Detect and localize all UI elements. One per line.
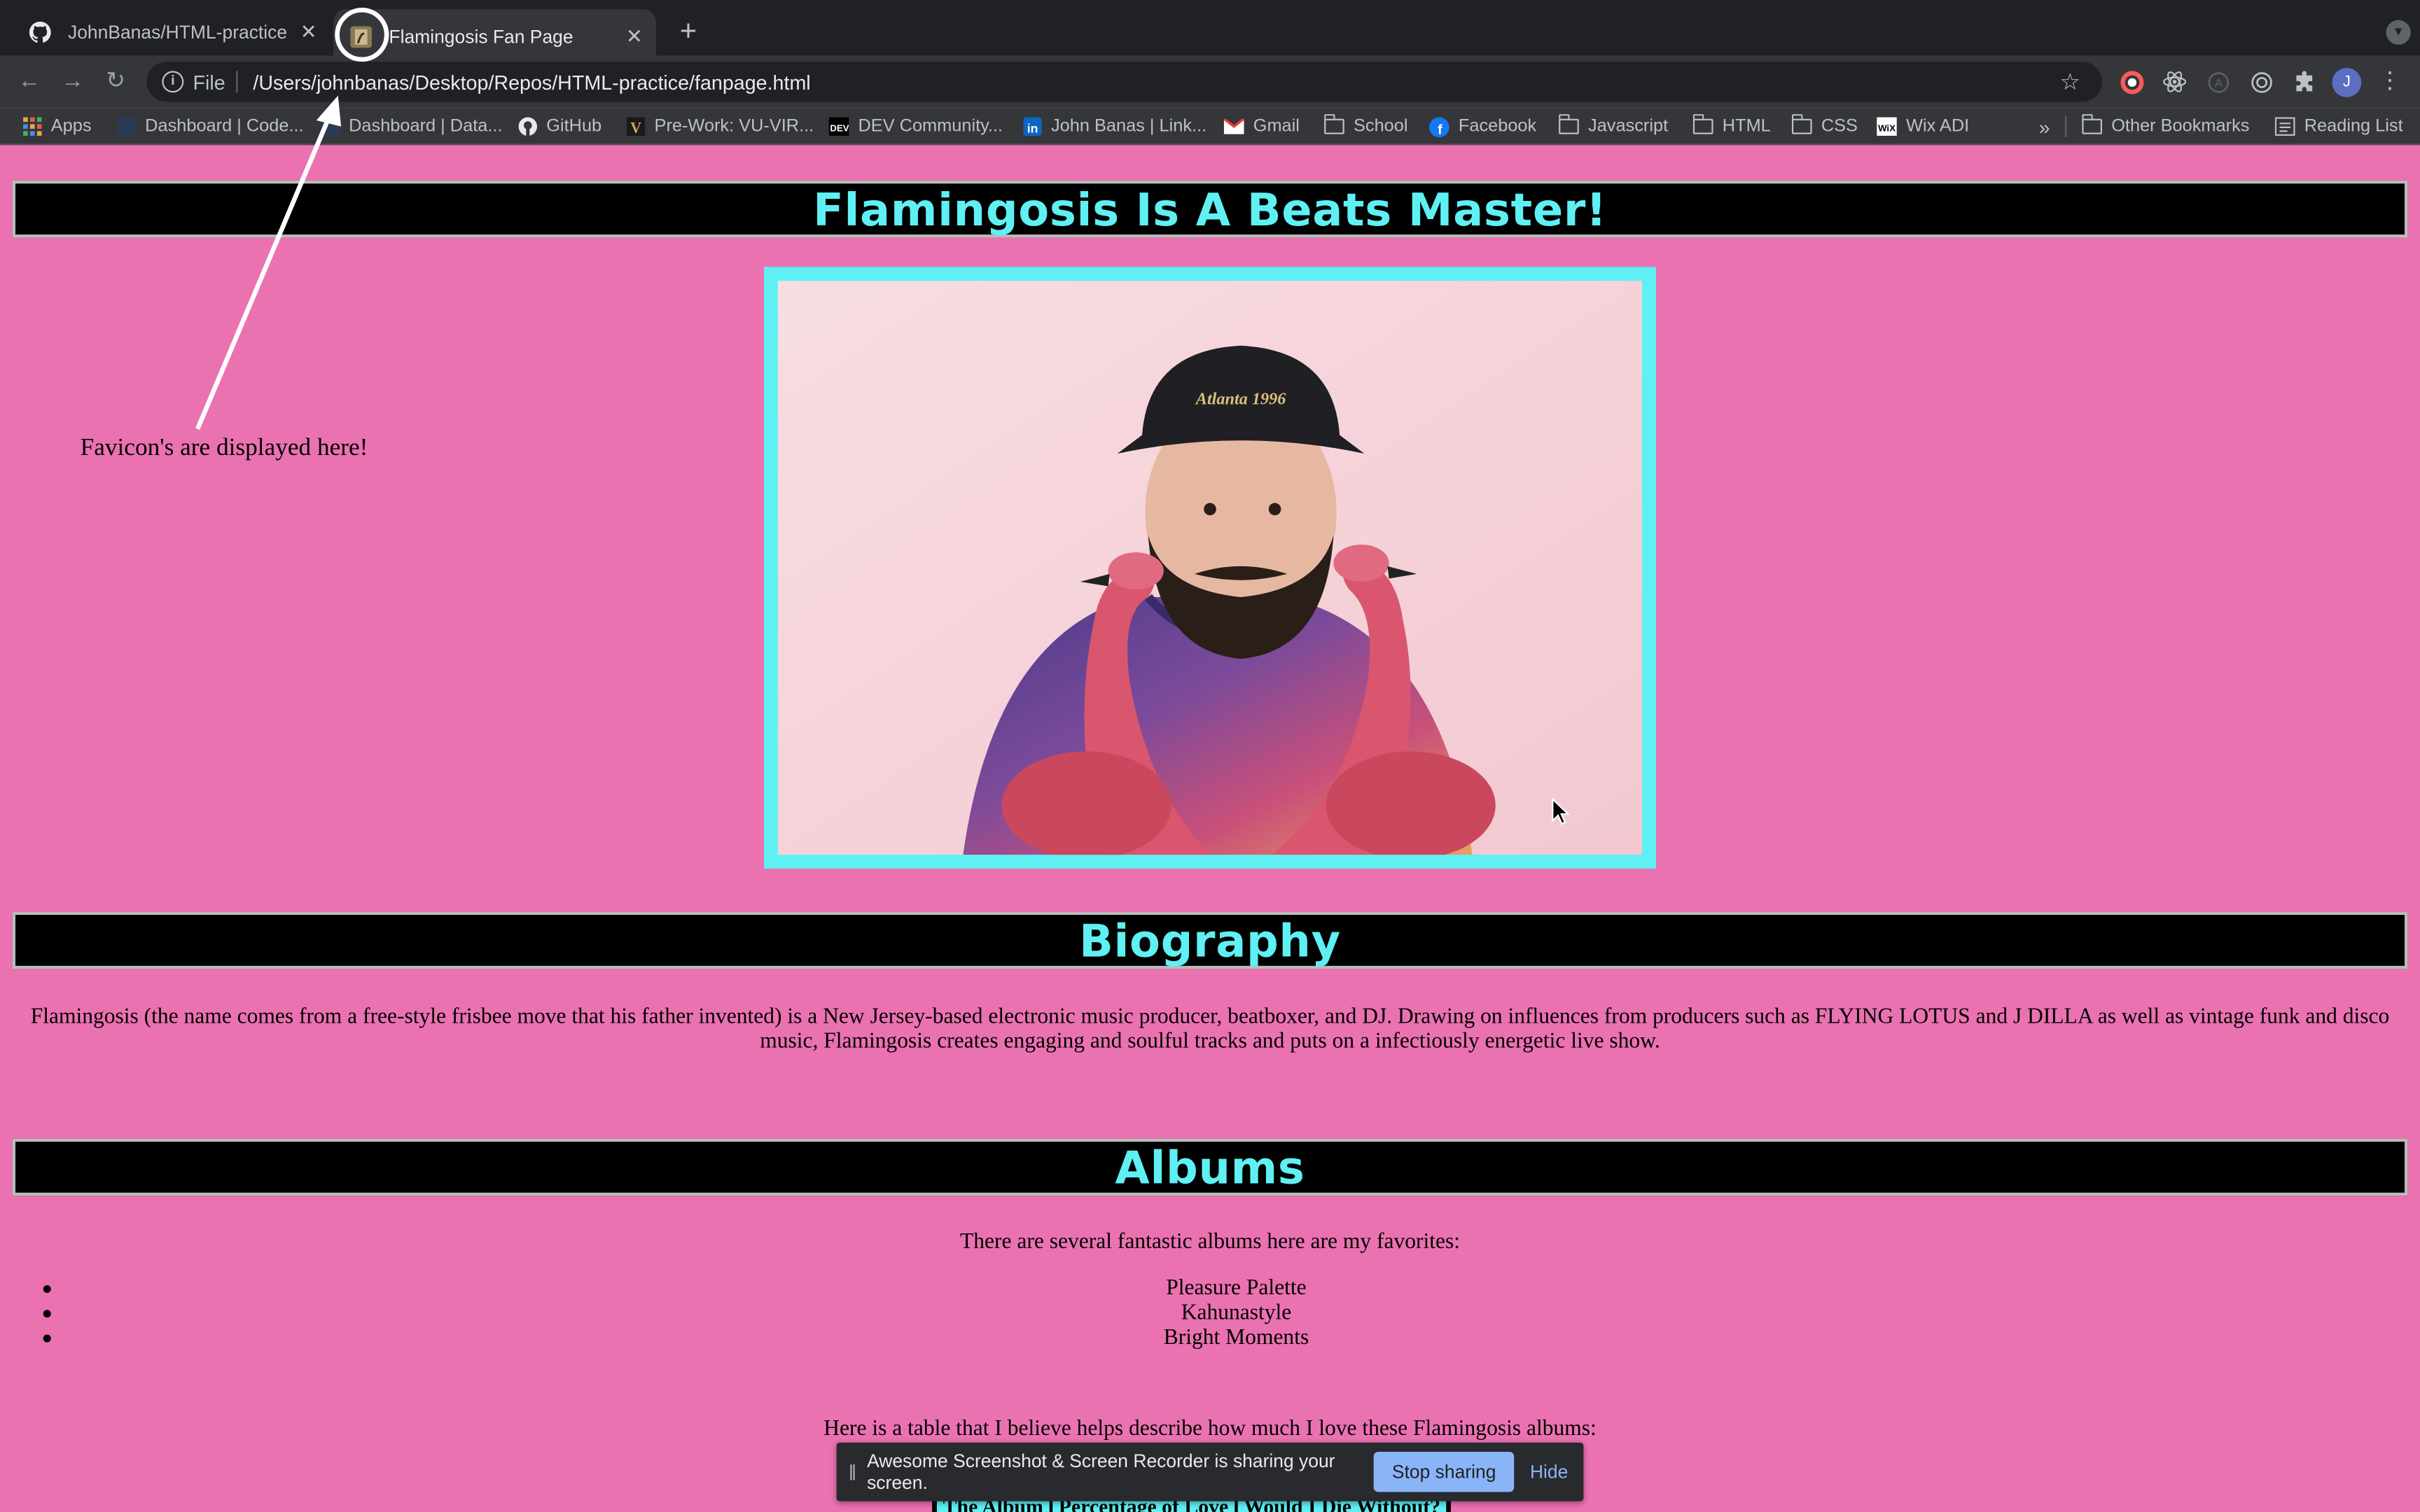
facebook-icon: f bbox=[1428, 116, 1449, 137]
gmail-icon bbox=[1223, 116, 1244, 136]
bookmark-label: John Banas | Link... bbox=[1050, 117, 1207, 136]
screen-sharing-bar: || Awesome Screenshot & Screen Recorder … bbox=[836, 1442, 1584, 1502]
bookmark-label: School bbox=[1353, 117, 1408, 136]
annotation-label: Favicon's are displayed here! bbox=[80, 435, 368, 462]
folder-icon bbox=[1692, 114, 1713, 136]
bookmark-label: DEV Community... bbox=[858, 117, 1003, 136]
svg-text:Atlanta 1996: Atlanta 1996 bbox=[1195, 389, 1286, 408]
tab-search-icon[interactable]: ▼ bbox=[2386, 20, 2411, 45]
list-item: Kahunastyle bbox=[0, 1301, 2420, 1325]
bookmark-label: Javascript bbox=[1588, 117, 1669, 136]
extensions-puzzle-icon[interactable] bbox=[2290, 68, 2318, 96]
profile-avatar[interactable]: J bbox=[2332, 67, 2362, 97]
svg-text:f: f bbox=[1438, 122, 1442, 136]
close-tab-icon[interactable]: ✕ bbox=[619, 24, 650, 49]
reading-list-button[interactable]: Reading List bbox=[2274, 114, 2403, 139]
bookmark-label: Reading List bbox=[2304, 117, 2403, 136]
bookmark-folder-school[interactable]: School bbox=[1324, 114, 1408, 139]
screen-recorder-icon[interactable] bbox=[2247, 68, 2275, 96]
table-intro: Here is a table that I believe helps des… bbox=[823, 1416, 1597, 1441]
bookmark-pre-work[interactable]: V Pre-Work: VU-VIR... bbox=[625, 114, 814, 139]
menu-kebab-icon[interactable]: ⋮ bbox=[2379, 68, 2402, 96]
albums-heading: Albums bbox=[1115, 1140, 1305, 1194]
bookmark-label: Facebook bbox=[1458, 117, 1537, 136]
vanderbilt-icon: V bbox=[625, 116, 646, 136]
hide-button[interactable]: Hide bbox=[1530, 1461, 1568, 1483]
bookmark-gmail[interactable]: Gmail bbox=[1223, 114, 1300, 139]
wix-icon: WiX bbox=[1877, 116, 1897, 136]
bookmarks-divider bbox=[2065, 115, 2067, 138]
drag-handle-icon[interactable]: || bbox=[849, 1462, 856, 1480]
svg-text:V: V bbox=[630, 119, 641, 136]
albums-intro: There are several fantastic albums here … bbox=[960, 1229, 1460, 1254]
mouse-cursor-icon bbox=[1552, 797, 1570, 825]
svg-text:A: A bbox=[2214, 76, 2222, 89]
bookmark-facebook[interactable]: f Facebook bbox=[1428, 114, 1537, 139]
react-devtools-icon[interactable] bbox=[2161, 68, 2189, 96]
biography-heading: Biography bbox=[1079, 913, 1341, 967]
svg-text:in: in bbox=[1027, 122, 1038, 136]
bookmark-label: Wix ADI bbox=[1906, 117, 1970, 136]
bookmark-linkedin[interactable]: in John Banas | Link... bbox=[1022, 114, 1206, 139]
bookmark-label: GitHub bbox=[546, 117, 602, 136]
dev-icon: DEV bbox=[828, 116, 849, 136]
biography-header: Biography bbox=[12, 911, 2408, 969]
extension-a-icon[interactable]: A bbox=[2204, 68, 2232, 96]
bookmark-label: HTML bbox=[1722, 117, 1771, 136]
bookmark-label: Pre-Work: VU-VIR... bbox=[654, 117, 814, 136]
folder-icon bbox=[1791, 114, 1812, 136]
bookmarks-overflow-button[interactable]: » bbox=[2039, 114, 2050, 139]
artist-photo-frame: Atlanta 1996 bbox=[764, 267, 1656, 869]
bookmark-star-icon[interactable]: ☆ bbox=[2059, 68, 2080, 95]
bookmark-folder-javascript[interactable]: Javascript bbox=[1559, 114, 1668, 139]
new-tab-button[interactable]: + bbox=[673, 14, 704, 51]
bookmark-other-bookmarks[interactable]: Other Bookmarks bbox=[2082, 114, 2249, 139]
biography-text: Flamingosis (the name comes from a free-… bbox=[30, 1004, 2390, 1054]
reading-list-icon bbox=[2274, 116, 2295, 136]
albums-list: Pleasure Palette Kahunastyle Bright Mome… bbox=[0, 1276, 2420, 1350]
folder-icon bbox=[1559, 114, 1579, 136]
color-picker-extension-icon[interactable] bbox=[2118, 68, 2146, 96]
svg-text:DEV: DEV bbox=[830, 122, 849, 133]
page-title: Flamingosis Is A Beats Master! bbox=[813, 183, 1607, 236]
bookmark-label: Other Bookmarks bbox=[2111, 117, 2250, 136]
list-item: Bright Moments bbox=[0, 1325, 2420, 1350]
artist-photo: Atlanta 1996 bbox=[777, 281, 1643, 855]
stop-sharing-button[interactable]: Stop sharing bbox=[1373, 1452, 1515, 1492]
bookmark-wix-adi[interactable]: WiX Wix ADI bbox=[1877, 114, 1969, 139]
bookmark-folder-css[interactable]: CSS bbox=[1791, 114, 1858, 139]
bookmark-folder-html[interactable]: HTML bbox=[1692, 114, 1771, 139]
list-item: Pleasure Palette bbox=[0, 1276, 2420, 1301]
folder-icon bbox=[1324, 114, 1344, 136]
svg-text:WiX: WiX bbox=[1878, 122, 1896, 133]
linkedin-icon: in bbox=[1022, 116, 1042, 136]
bookmark-dev-community[interactable]: DEV DEV Community... bbox=[828, 114, 1003, 139]
folder-icon bbox=[2082, 114, 2102, 136]
annotation-arrow bbox=[195, 95, 342, 430]
bookmark-github[interactable]: GitHub bbox=[517, 114, 601, 139]
albums-header: Albums bbox=[12, 1138, 2408, 1196]
github-icon bbox=[517, 116, 537, 136]
bookmark-label: Gmail bbox=[1253, 117, 1300, 136]
bookmark-label: CSS bbox=[1821, 117, 1858, 136]
sharing-message: Awesome Screenshot & Screen Recorder is … bbox=[867, 1450, 1335, 1494]
